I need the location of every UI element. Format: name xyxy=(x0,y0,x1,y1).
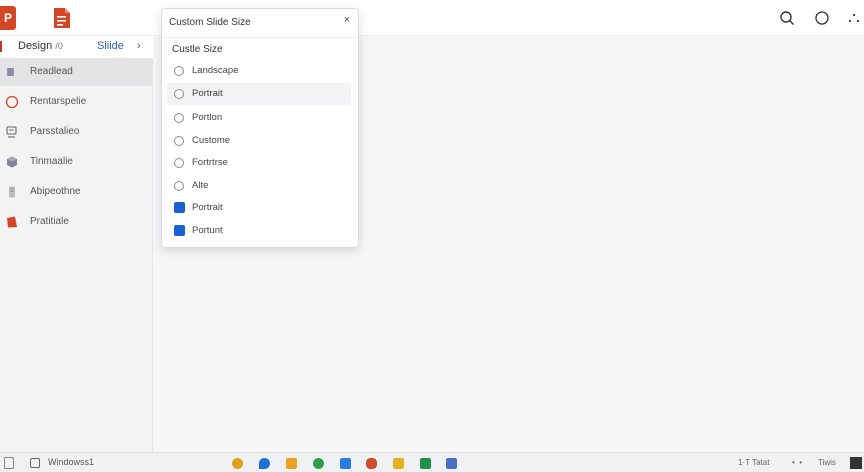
sidebar-item-5[interactable]: Abipeothne xyxy=(0,178,152,206)
account-icon[interactable] xyxy=(813,9,831,27)
sidebar-item-4[interactable]: Tinmaalie xyxy=(0,148,152,176)
option-label: Landscape xyxy=(192,65,239,76)
radio-button[interactable] xyxy=(174,66,184,76)
checkbox-checked[interactable] xyxy=(174,202,185,213)
sidebar-item-label: Parsstalieo xyxy=(30,126,80,137)
document-icon xyxy=(9,186,15,198)
sidebar-item-label: Pratitiale xyxy=(30,216,69,227)
tab-indicator xyxy=(0,41,2,52)
option-label: Portunt xyxy=(192,225,223,236)
dialog-divider xyxy=(162,37,358,38)
tray-text: 1·T Tatat xyxy=(738,458,770,467)
shape-icon xyxy=(7,216,17,228)
app-icon-5[interactable] xyxy=(340,458,351,469)
option-label: Portrait xyxy=(192,88,223,99)
task-view-icon[interactable] xyxy=(4,457,14,469)
custom-slide-size-dialog: Custom Slide Size × Custle Size Landscap… xyxy=(161,8,359,248)
option-custome[interactable]: Custome xyxy=(167,130,351,152)
sidebar-item-3[interactable]: Parsstalieo xyxy=(0,118,152,146)
radio-button[interactable] xyxy=(174,158,184,168)
option-label: Custome xyxy=(192,135,231,146)
sidebar-item-label: Abipeothne xyxy=(30,186,81,197)
taskbar: Windowss1 1·T Tatat • • Tiwis xyxy=(0,452,864,472)
sidebar-item-6[interactable]: Pratitiale xyxy=(0,208,152,236)
presentation-file-icon[interactable] xyxy=(52,6,72,30)
slide-icon xyxy=(7,68,14,76)
tab-slide[interactable]: Sliide xyxy=(97,40,124,52)
dialog-title: Custom Slide Size xyxy=(169,17,251,28)
search-icon xyxy=(30,458,40,468)
sidebar-item-label: Rentarspelie xyxy=(30,96,87,107)
sidebar-item-label: Readlead xyxy=(30,66,73,77)
app-icon-6[interactable] xyxy=(366,458,377,469)
checkbox-checked[interactable] xyxy=(174,225,185,236)
option-label: Portrait xyxy=(192,202,223,213)
sidebar: Readlead Rentarspelie Parsstalieo Tinmaa… xyxy=(0,58,153,452)
app-icon-8[interactable] xyxy=(420,458,431,469)
option-landscape[interactable]: Landscape xyxy=(167,60,351,82)
powerpoint-logo[interactable]: P xyxy=(0,6,16,30)
option-portlon[interactable]: Portlon xyxy=(167,107,351,129)
tab-scroll-arrow[interactable]: › xyxy=(137,40,141,52)
option-portrait-checked[interactable]: Portrait xyxy=(167,197,351,219)
option-portunt-checked[interactable]: Portunt xyxy=(167,220,351,242)
app-icon-7[interactable] xyxy=(393,458,404,469)
tab-design-suffix: /0 xyxy=(55,41,63,51)
tray-clock: Tiwis xyxy=(818,458,836,467)
sidebar-item-label: Tinmaalie xyxy=(30,156,73,167)
sidebar-item-1[interactable]: Readlead xyxy=(0,58,152,86)
monitor-icon xyxy=(6,126,17,138)
taskbar-search[interactable]: Windowss1 xyxy=(24,455,129,471)
section-label: Custle Size xyxy=(172,44,223,55)
notification-icon[interactable] xyxy=(850,457,862,469)
tab-design[interactable]: Design /0 xyxy=(18,40,63,52)
option-fortrtrse[interactable]: Fortrtrse xyxy=(167,152,351,174)
option-alte[interactable]: Alte xyxy=(167,175,351,197)
app-icon-9[interactable] xyxy=(446,458,457,469)
circle-icon xyxy=(5,95,19,109)
app-icon-1[interactable] xyxy=(232,458,243,469)
tray-indicators: • • xyxy=(792,458,803,467)
cube-icon xyxy=(7,156,17,168)
option-label: Portlon xyxy=(192,112,223,123)
taskbar-search-text: Windowss1 xyxy=(48,457,95,467)
title-bar: P xyxy=(0,0,864,36)
app-icon-4[interactable] xyxy=(313,458,324,469)
option-label: Alte xyxy=(192,180,209,191)
radio-button[interactable] xyxy=(174,136,184,146)
close-button[interactable]: × xyxy=(344,14,350,26)
radio-button[interactable] xyxy=(174,113,184,123)
more-icon[interactable] xyxy=(845,9,863,27)
tab-design-label: Design xyxy=(18,40,53,52)
sidebar-item-2[interactable]: Rentarspelie xyxy=(0,88,152,116)
radio-button[interactable] xyxy=(174,89,184,99)
option-label: Fortrtrse xyxy=(192,157,228,168)
app-icon-3[interactable] xyxy=(286,458,297,469)
radio-button[interactable] xyxy=(174,181,184,191)
ribbon-tabs: Design /0 Sliide › xyxy=(0,36,153,58)
search-icon[interactable] xyxy=(778,9,796,27)
option-portrait[interactable]: Portrait xyxy=(167,83,351,105)
app-icon-2[interactable] xyxy=(259,458,270,469)
